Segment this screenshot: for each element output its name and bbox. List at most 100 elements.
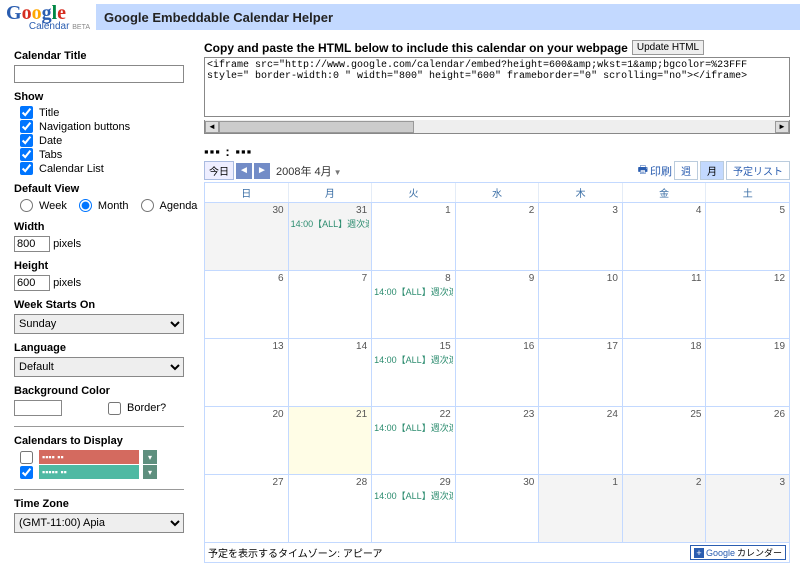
view-week-radio[interactable] [20, 199, 33, 212]
show-label: Show [14, 91, 194, 103]
google-calendar-badge[interactable]: +Google Google カレンダーカレンダー [690, 545, 786, 560]
day-number: 27 [272, 477, 283, 488]
show-navigation-buttons-checkbox[interactable] [20, 120, 33, 133]
show-date-checkbox[interactable] [20, 134, 33, 147]
day-cell[interactable]: 2 [456, 203, 540, 270]
calendar-title-input[interactable] [14, 65, 184, 83]
today-button[interactable]: 今日 [204, 161, 234, 180]
day-cell[interactable]: 23 [456, 407, 540, 474]
background-color-input[interactable] [14, 400, 62, 416]
event-item[interactable]: 14:00【ALL】週次連絡 [291, 217, 369, 230]
copy-paste-label: Copy and paste the HTML below to include… [204, 41, 628, 55]
time-zone-select[interactable]: (GMT-11:00) Apia [14, 513, 184, 533]
day-number: 16 [523, 341, 534, 352]
day-cell[interactable]: 14 [289, 339, 373, 406]
day-cell[interactable]: 4 [623, 203, 707, 270]
embed-code-textarea[interactable]: <iframe src="http://www.google.com/calen… [204, 57, 790, 117]
day-number: 14 [356, 341, 367, 352]
day-cell[interactable]: 3 [706, 475, 789, 542]
day-cell[interactable]: 3 [539, 203, 623, 270]
show-calendar-list-checkbox[interactable] [20, 162, 33, 175]
height-unit: pixels [53, 277, 81, 289]
month-label[interactable]: 2008年 4月▼ [276, 163, 342, 179]
tab-week[interactable]: 週 [674, 161, 698, 180]
day-cell[interactable]: 3114:00【ALL】週次連絡 [289, 203, 373, 270]
day-cell[interactable]: 25 [623, 407, 707, 474]
day-cell[interactable]: 30 [456, 475, 540, 542]
day-cell[interactable]: 19 [706, 339, 789, 406]
day-cell[interactable]: 17 [539, 339, 623, 406]
day-number: 10 [607, 273, 618, 284]
day-cell[interactable]: 6 [205, 271, 289, 338]
day-cell[interactable]: 7 [289, 271, 373, 338]
day-cell[interactable]: 814:00【ALL】週次連絡 [372, 271, 456, 338]
day-cell[interactable]: 21 [289, 407, 373, 474]
day-number: 3 [612, 205, 618, 216]
day-cell[interactable]: 27 [205, 475, 289, 542]
next-month-button[interactable]: ► [254, 163, 270, 179]
calendars-to-display-label: Calendars to Display [14, 435, 194, 447]
calendar2-checkbox[interactable] [20, 466, 33, 479]
day-cell[interactable]: 24 [539, 407, 623, 474]
view-month-radio[interactable] [79, 199, 92, 212]
day-cell[interactable]: 2914:00【ALL】週次連絡 [372, 475, 456, 542]
print-button[interactable]: 🖶印刷 [638, 161, 672, 180]
calendar1-checkbox[interactable] [20, 451, 33, 464]
day-cell[interactable]: 20 [205, 407, 289, 474]
day-number: 20 [272, 409, 283, 420]
view-option-label: Week [39, 200, 67, 212]
day-cell[interactable]: 30 [205, 203, 289, 270]
day-cell[interactable]: 9 [456, 271, 540, 338]
day-cell[interactable]: 18 [623, 339, 707, 406]
day-cell[interactable]: 12 [706, 271, 789, 338]
scroll-right-icon[interactable]: ► [775, 121, 789, 133]
event-item[interactable]: 14:00【ALL】週次連絡 [374, 489, 452, 502]
calendar1-dropdown-icon[interactable]: ▾ [143, 450, 157, 464]
week-starts-select[interactable]: Sunday [14, 314, 184, 334]
day-number: 24 [607, 409, 618, 420]
calendar-preview-title: ▪▪▪ : ▪▪▪ [204, 144, 790, 159]
prev-month-button[interactable]: ◄ [236, 163, 252, 179]
event-item[interactable]: 14:00【ALL】週次連絡 [374, 353, 452, 366]
show-tabs-checkbox[interactable] [20, 148, 33, 161]
width-input[interactable] [14, 236, 50, 252]
day-cell[interactable]: 2214:00【ALL】週次連絡 [372, 407, 456, 474]
google-calendar-logo: Google Calendar BETA [0, 0, 96, 34]
scroll-left-icon[interactable]: ◄ [205, 121, 219, 133]
day-cell[interactable]: 13 [205, 339, 289, 406]
day-number: 15 [440, 341, 451, 352]
update-html-button[interactable]: Update HTML [632, 40, 704, 55]
tab-month[interactable]: 月 [700, 161, 724, 180]
day-cell[interactable]: 28 [289, 475, 373, 542]
day-cell[interactable]: 1 [372, 203, 456, 270]
day-cell[interactable]: 5 [706, 203, 789, 270]
calendar2-dropdown-icon[interactable]: ▾ [143, 465, 157, 479]
show-option-label: Calendar List [39, 163, 104, 175]
view-agenda-radio[interactable] [141, 199, 154, 212]
day-number: 18 [690, 341, 701, 352]
day-cell[interactable]: 16 [456, 339, 540, 406]
day-cell[interactable]: 1514:00【ALL】週次連絡 [372, 339, 456, 406]
code-scrollbar[interactable]: ◄ ► [204, 120, 790, 134]
height-input[interactable] [14, 275, 50, 291]
day-cell[interactable]: 2 [623, 475, 707, 542]
day-number: 6 [278, 273, 284, 284]
show-option-label: Navigation buttons [39, 121, 130, 133]
day-cell[interactable]: 10 [539, 271, 623, 338]
chevron-down-icon: ▼ [334, 168, 342, 177]
tab-agenda[interactable]: 予定リスト [726, 161, 790, 180]
day-cell[interactable]: 26 [706, 407, 789, 474]
border-checkbox[interactable] [108, 402, 121, 415]
day-cell[interactable]: 1 [539, 475, 623, 542]
day-cell[interactable]: 11 [623, 271, 707, 338]
event-item[interactable]: 14:00【ALL】週次連絡 [374, 285, 452, 298]
calendar1-tag: ▪▪▪▪ ▪▪ [39, 450, 139, 464]
width-label: Width [14, 221, 194, 233]
day-number: 1 [445, 205, 451, 216]
show-title-checkbox[interactable] [20, 106, 33, 119]
day-number: 19 [774, 341, 785, 352]
event-item[interactable]: 14:00【ALL】週次連絡 [374, 421, 452, 434]
day-number: 26 [774, 409, 785, 420]
timezone-footer: 予定を表示するタイムゾーン: アピーア [208, 545, 382, 560]
language-select[interactable]: Default [14, 357, 184, 377]
